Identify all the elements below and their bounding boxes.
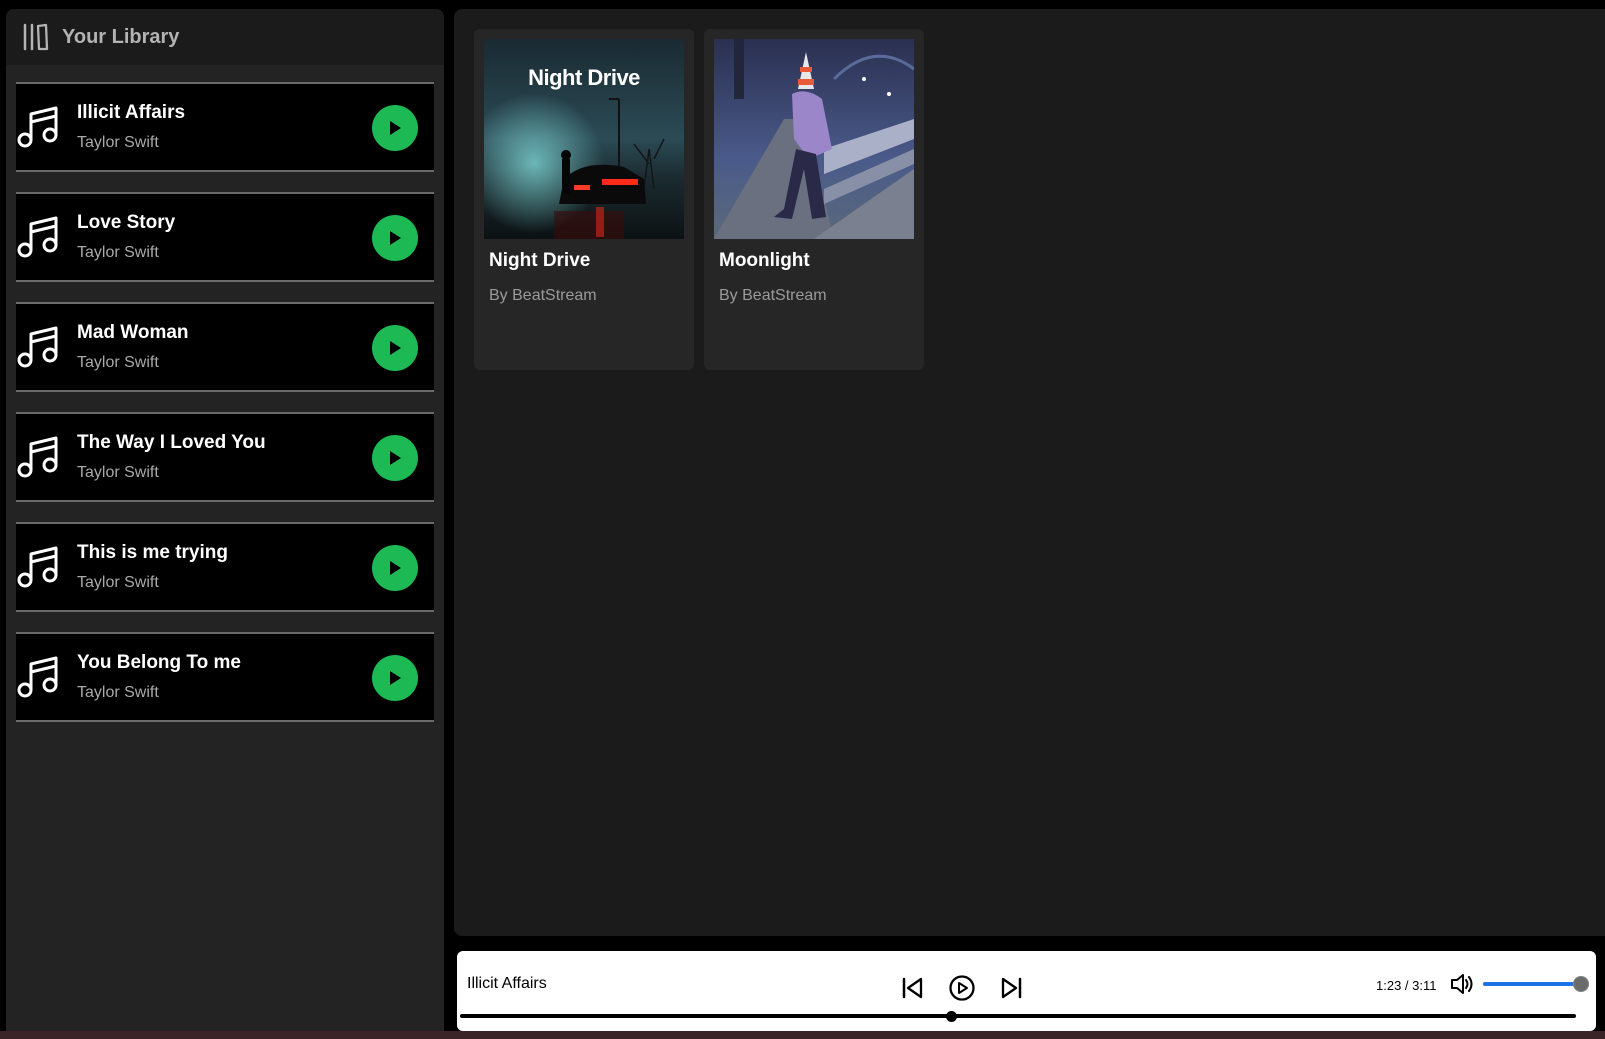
song-title: Mad Woman: [77, 322, 189, 343]
volume-slider[interactable]: [1483, 976, 1589, 992]
play-icon: [390, 341, 401, 355]
song-title: This is me trying: [77, 542, 228, 563]
next-icon[interactable]: [997, 973, 1027, 1003]
song-artist: Taylor Swift: [77, 134, 159, 151]
library-title: Your Library: [62, 25, 180, 48]
volume-thumb[interactable]: [1573, 976, 1589, 992]
previous-icon[interactable]: [897, 973, 927, 1003]
song-title: The Way I Loved You: [77, 432, 266, 453]
volume-icon[interactable]: [1449, 971, 1475, 997]
play-button[interactable]: [372, 435, 418, 481]
play-button[interactable]: [372, 545, 418, 591]
playlist-cover-night-drive: Night Drive: [484, 39, 684, 239]
song-artist: Taylor Swift: [77, 574, 159, 591]
play-button[interactable]: [372, 215, 418, 261]
song-item[interactable]: Mad Woman Taylor Swift: [16, 302, 434, 392]
play-button[interactable]: [372, 105, 418, 151]
song-item[interactable]: The Way I Loved You Taylor Swift: [16, 412, 434, 502]
play-icon: [390, 231, 401, 245]
playlist-cards: Night Drive Night Drive By BeatStream Mo…: [474, 29, 934, 370]
play-pause-icon[interactable]: [947, 973, 977, 1003]
playlist-card-night-drive[interactable]: Night Drive Night Drive By BeatStream: [474, 29, 694, 370]
play-icon: [390, 561, 401, 575]
playlist-subtitle: By BeatStream: [719, 287, 827, 304]
song-item[interactable]: Love Story Taylor Swift: [16, 192, 434, 282]
play-button[interactable]: [372, 325, 418, 371]
song-title: Love Story: [77, 212, 176, 233]
playlist-title: Night Drive: [489, 250, 591, 271]
song-item[interactable]: This is me trying Taylor Swift: [16, 522, 434, 612]
playlist-card-moonlight[interactable]: Moonlight By BeatStream: [704, 29, 924, 370]
library-icon[interactable]: [20, 22, 50, 52]
song-title: Illicit Affairs: [77, 102, 186, 123]
song-artist: Taylor Swift: [77, 244, 159, 261]
play-icon: [390, 121, 401, 135]
progress-bar[interactable]: [460, 1011, 1576, 1022]
song-artist: Taylor Swift: [77, 684, 159, 701]
song-artist: Taylor Swift: [77, 464, 159, 481]
volume-fill: [1483, 982, 1581, 986]
playlist-cover-moonlight: [714, 39, 914, 239]
music-note-icon: [17, 436, 58, 478]
music-note-icon: [17, 656, 58, 698]
song-item[interactable]: Illicit Affairs Taylor Swift: [16, 82, 434, 172]
playlist-title: Moonlight: [719, 250, 810, 271]
music-note-icon: [17, 546, 58, 588]
play-icon: [390, 451, 401, 465]
music-note-icon: [17, 216, 58, 258]
player-bar: Illicit Affairs 1:23 / 3:11: [457, 951, 1596, 1031]
now-playing-title: Illicit Affairs: [467, 975, 547, 992]
song-list: Illicit Affairs Taylor Swift Love Story …: [16, 82, 434, 742]
main-content: Night Drive Night Drive By BeatStream Mo…: [454, 9, 1605, 936]
song-artist: Taylor Swift: [77, 354, 159, 371]
play-icon: [390, 671, 401, 685]
music-note-icon: [17, 106, 58, 148]
sidebar-header: Your Library: [6, 9, 444, 65]
cover-title: Night Drive: [528, 65, 640, 90]
progress-track: [460, 1014, 1576, 1018]
playlist-subtitle: By BeatStream: [489, 287, 597, 304]
music-note-icon: [17, 326, 58, 368]
play-button[interactable]: [372, 655, 418, 701]
sidebar: Your Library Illicit Affairs Taylor Swif…: [6, 9, 444, 1039]
song-title: You Belong To me: [77, 652, 241, 673]
song-item[interactable]: You Belong To me Taylor Swift: [16, 632, 434, 722]
progress-thumb[interactable]: [946, 1011, 958, 1022]
app-root: Your Library Illicit Affairs Taylor Swif…: [0, 0, 1605, 1039]
bottom-strip: [0, 1031, 1605, 1039]
time-display: 1:23 / 3:11: [1376, 978, 1437, 993]
